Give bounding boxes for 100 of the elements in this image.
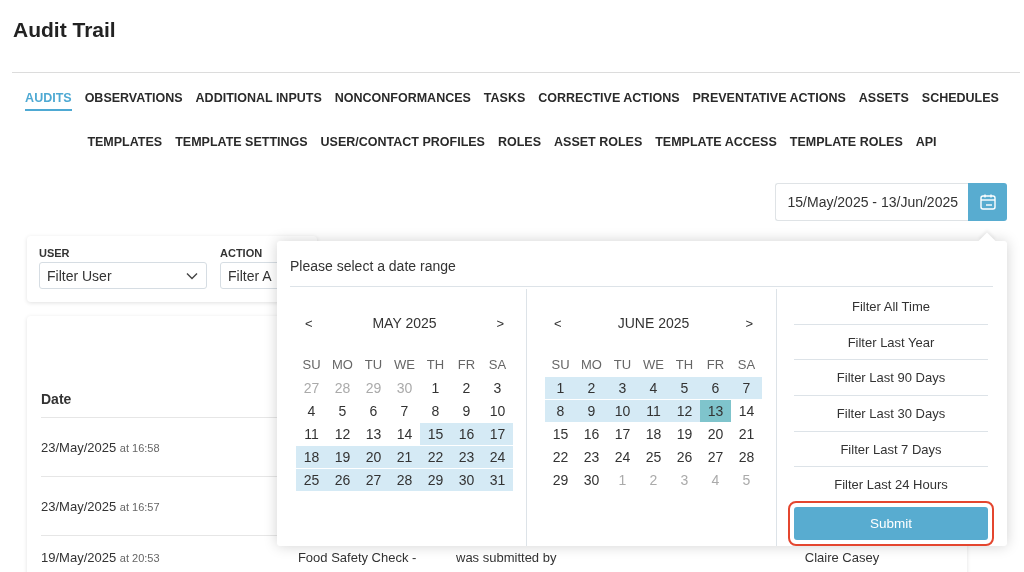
tab[interactable]: TEMPLATE ACCESS: [655, 133, 777, 155]
calendar-day[interactable]: 6: [700, 377, 731, 399]
calendar-day[interactable]: 27: [700, 446, 731, 468]
calendar-day[interactable]: 24: [482, 446, 513, 468]
next-month-button[interactable]: >: [487, 315, 513, 331]
next-month-button[interactable]: >: [736, 315, 762, 331]
calendar-day[interactable]: 18: [638, 423, 669, 445]
weekday-label: TU: [612, 356, 633, 374]
previous-month-button[interactable]: <: [545, 315, 571, 331]
calendar-day[interactable]: 9: [576, 400, 607, 422]
calendar-day[interactable]: 20: [700, 423, 731, 445]
calendar-day[interactable]: 3: [482, 377, 513, 399]
calendar-day[interactable]: 30: [451, 469, 482, 491]
preset-option[interactable]: Filter Last Year: [794, 324, 988, 361]
calendar-day[interactable]: 13: [700, 400, 731, 422]
calendar-day[interactable]: 19: [327, 446, 358, 468]
calendar-day[interactable]: 15: [420, 423, 451, 445]
weekday-label: FR: [705, 356, 726, 374]
table-cell: was submitted by: [456, 550, 557, 565]
calendar-day[interactable]: 12: [327, 423, 358, 445]
tab[interactable]: ADDITIONAL INPUTS: [195, 89, 322, 111]
tab[interactable]: TEMPLATE ROLES: [789, 133, 903, 155]
calendar-day[interactable]: 5: [669, 377, 700, 399]
tab[interactable]: SCHEDULES: [921, 89, 999, 111]
calendar-day[interactable]: 2: [576, 377, 607, 399]
tab[interactable]: NONCONFORMANCES: [334, 89, 471, 111]
calendar-day[interactable]: 25: [296, 469, 327, 491]
preset-option[interactable]: Filter Last 24 Hours: [794, 467, 988, 502]
calendar-day[interactable]: 18: [296, 446, 327, 468]
weekday-label: FR: [456, 356, 477, 374]
calendar-day[interactable]: 10: [607, 400, 638, 422]
calendar-day[interactable]: 23: [576, 446, 607, 468]
calendar-day[interactable]: 14: [731, 400, 762, 422]
calendar-day[interactable]: 25: [638, 446, 669, 468]
tab[interactable]: TEMPLATE SETTINGS: [175, 133, 308, 155]
calendar-day[interactable]: 16: [451, 423, 482, 445]
calendar-day[interactable]: 5: [327, 400, 358, 422]
calendar-day[interactable]: 23: [451, 446, 482, 468]
tab[interactable]: USER/CONTACT PROFILES: [320, 133, 485, 155]
calendar-day[interactable]: 8: [545, 400, 576, 422]
calendar-day[interactable]: 26: [327, 469, 358, 491]
calendar-day[interactable]: 10: [482, 400, 513, 422]
calendar-day[interactable]: 13: [358, 423, 389, 445]
calendar-day[interactable]: 26: [669, 446, 700, 468]
calendar-day[interactable]: 14: [389, 423, 420, 445]
preset-option[interactable]: Filter All Time: [794, 289, 988, 325]
tab[interactable]: API: [915, 133, 937, 155]
preset-option[interactable]: Filter Last 7 Days: [794, 431, 988, 468]
calendar-day[interactable]: 12: [669, 400, 700, 422]
calendar-day[interactable]: 22: [420, 446, 451, 468]
tab[interactable]: ASSETS: [858, 89, 909, 111]
calendar-day[interactable]: 4: [296, 400, 327, 422]
calendar-day[interactable]: 28: [389, 469, 420, 491]
calendar-day[interactable]: 8: [420, 400, 451, 422]
calendar-day[interactable]: 21: [389, 446, 420, 468]
preset-option[interactable]: Filter Last 90 Days: [794, 360, 988, 396]
calendar-day[interactable]: 17: [607, 423, 638, 445]
calendar-day[interactable]: 20: [358, 446, 389, 468]
calendar-day[interactable]: 19: [669, 423, 700, 445]
month-title: JUNE 2025: [617, 315, 690, 331]
tab[interactable]: ASSET ROLES: [554, 133, 643, 155]
filter-select[interactable]: Filter User: [39, 262, 207, 289]
calendar-day[interactable]: 3: [607, 377, 638, 399]
calendar-day[interactable]: 22: [545, 446, 576, 468]
previous-month-button[interactable]: <: [296, 315, 322, 331]
calendar-day[interactable]: 1: [420, 377, 451, 399]
calendar-day[interactable]: 9: [451, 400, 482, 422]
calendar-day[interactable]: 7: [389, 400, 420, 422]
table-cell-text: 23/May/2025 at 16:58: [41, 439, 161, 455]
tab[interactable]: PREVENTATIVE ACTIONS: [692, 89, 846, 111]
calendar-day[interactable]: 4: [638, 377, 669, 399]
tab[interactable]: TASKS: [483, 89, 526, 111]
calendar-day[interactable]: 29: [420, 469, 451, 491]
tab[interactable]: TEMPLATES: [87, 133, 163, 155]
calendar-day[interactable]: 15: [545, 423, 576, 445]
calendar-day[interactable]: 27: [358, 469, 389, 491]
table-cell-text: 19/May/2025 at 20:53: [41, 550, 161, 565]
tab[interactable]: ROLES: [497, 133, 541, 155]
calendar-day[interactable]: 21: [731, 423, 762, 445]
calendar-day[interactable]: 2: [451, 377, 482, 399]
calendar-day[interactable]: 7: [731, 377, 762, 399]
calendar-day[interactable]: 6: [358, 400, 389, 422]
calendar-day[interactable]: 16: [576, 423, 607, 445]
calendar-day[interactable]: 1: [545, 377, 576, 399]
calendar-day[interactable]: 30: [576, 469, 607, 491]
calendar-day[interactable]: 24: [607, 446, 638, 468]
calendar-day[interactable]: 11: [296, 423, 327, 445]
tab[interactable]: CORRECTIVE ACTIONS: [538, 89, 680, 111]
table-cell: Food Safety Check -: [297, 550, 417, 565]
calendar-day[interactable]: 31: [482, 469, 513, 491]
calendar-button[interactable]: [968, 183, 1007, 221]
calendar-day[interactable]: 17: [482, 423, 513, 445]
calendar-day[interactable]: 28: [731, 446, 762, 468]
tab[interactable]: OBSERVATIONS: [84, 89, 183, 111]
date-range-field[interactable]: 15/May/2025 - 13/Jun/2025: [774, 183, 968, 221]
calendar-day[interactable]: 29: [545, 469, 576, 491]
chevron-down-icon: [186, 271, 198, 280]
calendar-day[interactable]: 11: [638, 400, 669, 422]
calendar-icon: [978, 193, 997, 211]
preset-option[interactable]: Filter Last 30 Days: [794, 396, 988, 432]
